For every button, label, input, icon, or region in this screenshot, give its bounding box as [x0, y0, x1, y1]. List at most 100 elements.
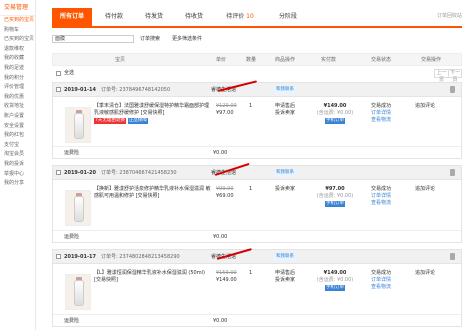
order-checkbox[interactable] [56, 87, 61, 92]
sidebar-item-refund[interactable]: 退款维权 [0, 45, 35, 55]
product-thumbnail[interactable] [65, 190, 91, 226]
tab-pending-payment[interactable]: 待付款 [96, 8, 132, 26]
order-subrow: 运费险 ¥0.00 [53, 314, 461, 326]
status-cell: 交易成功 订单详情 查看物流 [371, 270, 391, 291]
product-title[interactable]: 【L】雅漾恒润保湿精华乳液补水保湿滋润 (50ml) [交易快照] [94, 270, 212, 284]
trash-icon[interactable] [450, 253, 455, 260]
product-thumbnail[interactable] [65, 107, 91, 143]
order-detail-link[interactable]: 订单详情 [371, 193, 391, 200]
product-title-text[interactable]: 【换新】雅漾舒护活泉修护精华乳液补水保湿滋润 敏感肌可用温和修护 [交易快照] [94, 186, 212, 200]
header-status: 交易状态 [371, 57, 392, 63]
logistics-link[interactable]: 查看物流 [371, 284, 391, 291]
tab-label: 待付款 [104, 13, 123, 20]
insurance-label: 运费险 [64, 318, 80, 324]
select-all-checkbox[interactable] [56, 71, 61, 76]
sidebar-item-reviews[interactable]: 评价管理 [0, 83, 35, 93]
insurance-amount: ¥0.00 [213, 318, 228, 324]
tab-staged[interactable]: 分阶段 [270, 8, 306, 26]
tab-pending-receipt[interactable]: 待收货 [176, 8, 212, 26]
sidebar-item-alipay[interactable]: 支付宝 [0, 141, 35, 151]
search-input[interactable]: 面膜 [52, 35, 134, 43]
sidebar-item-footprint[interactable]: 我的足迹 [0, 64, 35, 74]
sidebar-item-coupons[interactable]: 我的优惠 [0, 93, 35, 103]
tab-pending-review[interactable]: 待评价 10 [216, 8, 264, 26]
insurance-label: 运费险 [64, 150, 80, 156]
bottle-shape [74, 196, 84, 222]
unit-price: ¥149.00 [216, 277, 237, 283]
product-thumbnail[interactable] [65, 274, 91, 310]
order-card: 2019-01-20 订单号: 238704667421458230 睿德生活馆… [52, 162, 462, 243]
price-cell: ¥99.00 ¥69.00 [216, 186, 234, 200]
order-body: 【换新】雅漾舒护活泉修护精华乳液补水保湿滋润 敏感肌可用温和修护 [交易快照] … [53, 180, 461, 230]
status-cell: 交易成功 订单详情 查看物流 [371, 186, 391, 207]
logistics-link[interactable]: 查看物流 [371, 117, 391, 124]
header-item: 宝贝 [115, 57, 126, 63]
order-detail-link[interactable]: 订单详情 [371, 110, 391, 117]
sidebar-item-favorites[interactable]: 我的收藏 [0, 54, 35, 64]
sidebar-item-security[interactable]: 安全设置 [0, 122, 35, 132]
shipping-fee: (含运费: ¥0.00) [316, 193, 354, 199]
tab-label: 待发货 [144, 13, 163, 20]
order-checkbox[interactable] [56, 254, 61, 259]
logistics-link[interactable]: 查看物流 [371, 200, 391, 207]
sidebar-title: 交易管理 [0, 0, 35, 16]
tab-label: 分阶段 [278, 13, 297, 20]
tab-all-orders[interactable]: 所有订单 [52, 8, 92, 26]
sidebar-item-report[interactable]: 举报中心 [0, 170, 35, 180]
sidebar-item-address[interactable]: 收货地址 [0, 102, 35, 112]
advanced-filter-link[interactable]: 更多筛选条件 [172, 35, 202, 43]
trade-status: 交易成功 [371, 270, 392, 276]
sidebar-item-bought-2[interactable]: 已买到的宝贝 [0, 35, 35, 45]
recycle-bin-link[interactable]: 订单回收站 [437, 12, 462, 19]
order-body: 【季末清仓】法国雅漾舒缓保湿特护精华霜面部护理乳液敏感肌舒缓修护 [交易快照] … [53, 97, 461, 147]
product-title[interactable]: 【换新】雅漾舒护活泉修护精华乳液补水保湿滋润 敏感肌可用温和修护 [交易快照] [94, 186, 212, 200]
after-sale-link[interactable]: 申请售后 [275, 103, 295, 110]
sidebar-item-member[interactable]: 淘宝会员 [0, 150, 35, 160]
select-all-label: 全选 [64, 70, 75, 76]
complain-link[interactable]: 投诉卖家 [275, 277, 295, 284]
contact-seller-button[interactable]: 和我联系 [274, 86, 296, 94]
order-card: 2019-01-14 订单号: 2378496748142050 睿德生活馆 和… [52, 80, 462, 159]
complain-link[interactable]: 投诉卖家 [275, 110, 295, 117]
add-review-link[interactable]: 追加评论 [415, 103, 435, 110]
after-sale-link[interactable]: 申请售后 [275, 270, 295, 277]
sidebar-item-redpacket[interactable]: 我的红包 [0, 131, 35, 141]
quantity: 1 [249, 186, 253, 192]
header-total: 实付款 [321, 57, 337, 63]
tab-label: 待评价 [226, 13, 245, 20]
contact-seller-button[interactable]: 和我联系 [274, 169, 296, 177]
pager: 上一页下一页 [434, 69, 462, 83]
unit-price: ¥97.00 [216, 110, 234, 116]
tab-pending-shipment[interactable]: 待发货 [136, 8, 172, 26]
order-checkbox[interactable] [56, 170, 61, 175]
order-header: 2019-01-17 订单号: 2374802848213458290 睿德生活… [53, 250, 461, 264]
sidebar-item-bought[interactable]: 已买到的宝贝 [0, 16, 35, 26]
sidebar-item-cart[interactable]: 购物车 [0, 26, 35, 36]
prev-page-button[interactable]: 上一页 [435, 70, 448, 83]
sidebar-item-share[interactable]: 我的分享 [0, 179, 35, 189]
tab-count: 10 [246, 13, 254, 20]
complain-link[interactable]: 投诉卖家 [275, 186, 295, 193]
search-button[interactable]: 订单搜索 [138, 35, 162, 43]
sidebar-item-points[interactable]: 我的积分 [0, 74, 35, 84]
trash-icon[interactable] [450, 169, 455, 176]
trash-icon[interactable] [450, 86, 455, 93]
mobile-order-badge: 手机订单 [325, 201, 345, 207]
order-detail-link[interactable]: 订单详情 [371, 277, 391, 284]
item-actions: 申请售后 投诉卖家 [275, 103, 295, 117]
add-review-link[interactable]: 追加评论 [415, 186, 435, 193]
add-review-link[interactable]: 追加评论 [415, 270, 435, 277]
authentic-tag: 正品保障 [127, 118, 148, 124]
product-title[interactable]: 【季末清仓】法国雅漾舒缓保湿特护精华霜面部护理乳液敏感肌舒缓修护 [交易快照] … [94, 103, 212, 124]
product-title-text[interactable]: 【L】雅漾恒润保湿精华乳液补水保湿滋润 (50ml) [交易快照] [94, 270, 212, 284]
next-page-button[interactable]: 下一页 [448, 70, 461, 83]
contact-seller-button[interactable]: 和我联系 [274, 253, 296, 261]
order-header: 2019-01-20 订单号: 238704667421458230 睿德生活馆… [53, 166, 461, 180]
tab-label: 所有订单 [59, 13, 84, 20]
sidebar-item-complaints[interactable]: 我的投诉 [0, 160, 35, 170]
product-title-text[interactable]: 【季末清仓】法国雅漾舒缓保湿特护精华霜面部护理乳液敏感肌舒缓修护 [交易快照] [94, 103, 212, 117]
sidebar-item-account[interactable]: 账户设置 [0, 112, 35, 122]
shipping-fee: (含运费: ¥0.00) [316, 110, 354, 116]
bottle-shape [74, 280, 84, 306]
total-cell: ¥149.00 (含运费: ¥0.00) 手机订单 [315, 103, 355, 124]
